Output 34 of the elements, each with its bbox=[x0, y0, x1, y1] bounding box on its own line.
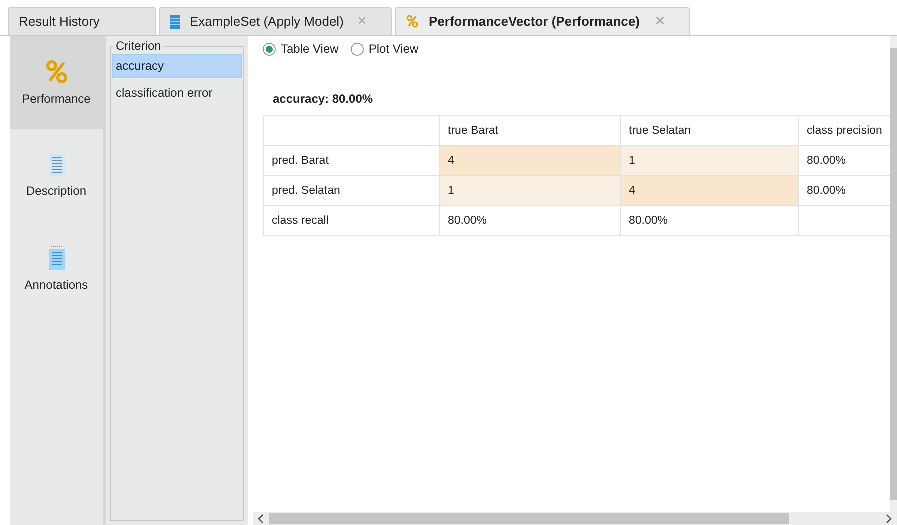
table-cell: 1 bbox=[621, 146, 799, 176]
radio-label: Table View bbox=[281, 42, 339, 56]
tab[interactable]: PerformanceVector (Performance) × bbox=[395, 7, 690, 35]
tab[interactable]: ExampleSet (Apply Model) × bbox=[159, 7, 392, 35]
table-cell: 80.00% bbox=[440, 206, 621, 236]
sidebar-item[interactable]: Description bbox=[10, 129, 103, 222]
result-title: accuracy: 80.00% bbox=[273, 92, 374, 106]
table-icon bbox=[170, 14, 180, 28]
tab[interactable]: Result History bbox=[8, 7, 156, 35]
column-header: true Barat bbox=[440, 116, 621, 146]
column-header: true Selatan bbox=[621, 116, 799, 146]
vertical-scrollbar[interactable] bbox=[890, 36, 897, 512]
sidebar-item[interactable]: Annotations bbox=[10, 222, 103, 315]
radio-label: Plot View bbox=[368, 42, 419, 56]
table-cell: 1 bbox=[440, 176, 621, 206]
table-cell: 4 bbox=[440, 146, 621, 176]
percent-icon bbox=[44, 60, 68, 84]
table-cell: 4 bbox=[621, 176, 799, 206]
view-radio[interactable]: Table View bbox=[263, 42, 339, 56]
table-cell: class recall bbox=[264, 206, 440, 236]
radio-icon[interactable] bbox=[263, 42, 276, 56]
radio-icon[interactable] bbox=[350, 42, 364, 56]
table-cell: pred. Barat bbox=[264, 146, 440, 176]
criterion-title: Criterion bbox=[115, 39, 162, 53]
horizontal-scrollbar[interactable] bbox=[253, 512, 897, 525]
document-icon bbox=[48, 154, 64, 176]
sidebar-item[interactable]: Performance bbox=[10, 36, 103, 129]
table-cell: 80.00% bbox=[621, 206, 799, 236]
table-cell: pred. Selatan bbox=[264, 176, 440, 206]
notepad-icon bbox=[48, 246, 64, 270]
criterion-item[interactable]: classification error bbox=[112, 81, 242, 105]
criterion-item[interactable]: accuracy bbox=[112, 54, 242, 78]
view-radio[interactable]: Plot View bbox=[350, 42, 419, 56]
percent-icon bbox=[406, 15, 419, 28]
